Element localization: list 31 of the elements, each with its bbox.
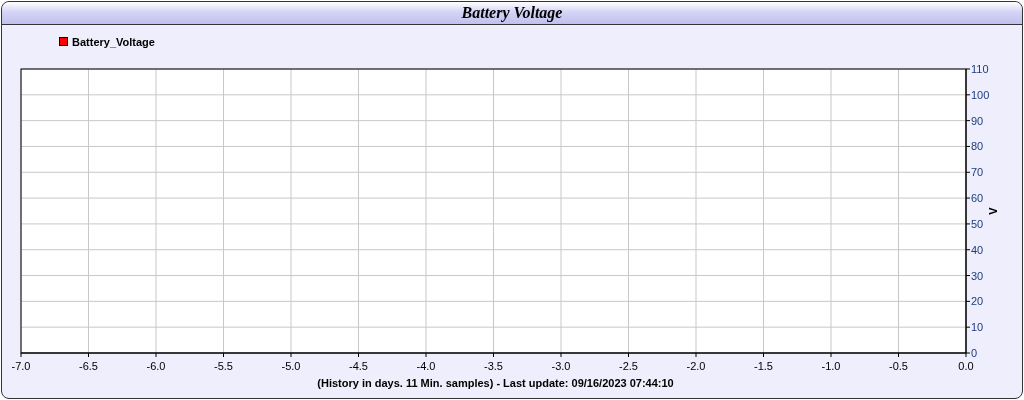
- tick-label: -3.0: [551, 360, 571, 372]
- tick-label: 70: [971, 166, 984, 179]
- tick-label: 50: [971, 217, 984, 230]
- tick-label: -4.5: [349, 360, 368, 372]
- tick-label: 90: [971, 114, 984, 127]
- tick-label: 110: [971, 63, 989, 75]
- tick-label: -2.0: [686, 360, 706, 372]
- tick-label: 10: [971, 321, 984, 334]
- tick-label: -2.5: [619, 360, 638, 372]
- tick-label: -0.5: [889, 360, 908, 372]
- tick-label: 40: [971, 243, 984, 256]
- tick-label: 30: [971, 269, 984, 282]
- tick-label: 80: [971, 140, 984, 153]
- legend-label: Battery_Voltage: [72, 35, 155, 48]
- tick-label: -6.0: [146, 360, 166, 372]
- axis-label: (History in days. 11 Min. samples) - Last update: 09/16/2023 07:44:10: [317, 377, 674, 389]
- chart-title: Battery Voltage: [461, 4, 563, 22]
- tick-label: -5.0: [281, 360, 301, 372]
- tick-label: -5.5: [214, 360, 233, 372]
- tick-label: -1.0: [821, 360, 841, 372]
- tick-label: 60: [971, 192, 984, 205]
- axis-label: V: [987, 207, 999, 215]
- tick-label: 20: [971, 295, 984, 308]
- tick-label: -3.5: [484, 360, 503, 372]
- tick-label: -7.0: [11, 360, 31, 372]
- tick-label: -6.5: [79, 360, 98, 372]
- tick-label: 100: [971, 88, 990, 101]
- tick-label: 0: [971, 347, 978, 359]
- tick-label: 0.0: [958, 360, 974, 372]
- tick-label: -4.0: [416, 360, 436, 372]
- tick-label: -1.5: [754, 360, 773, 372]
